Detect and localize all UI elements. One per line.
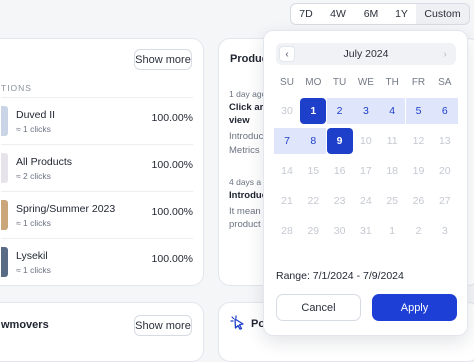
- card-title: wmovers: [1, 319, 49, 331]
- row-clicks: ≈ 2 clicks: [16, 171, 51, 181]
- calendar-day[interactable]: 10: [353, 128, 379, 154]
- month-header: ‹ July 2024 ›: [276, 43, 456, 65]
- apply-button[interactable]: Apply: [372, 294, 457, 321]
- calendar-day[interactable]: 23: [327, 188, 353, 214]
- product-thumbnail: [1, 200, 8, 230]
- calendar-day[interactable]: 19: [406, 158, 432, 184]
- cancel-button[interactable]: Cancel: [276, 294, 361, 321]
- calendar-day[interactable]: 14: [274, 158, 300, 184]
- calendar-day[interactable]: 30: [327, 218, 353, 244]
- calendar-day[interactable]: 20: [432, 158, 458, 184]
- row-clicks: ≈ 1 clicks: [16, 265, 51, 275]
- list-item[interactable]: Spring/Summer 2023 ≈ 1 clicks 100.00%: [1, 191, 193, 238]
- calendar-day[interactable]: 27: [432, 188, 458, 214]
- weekday-label: FR: [411, 77, 426, 88]
- product-thumbnail: [1, 106, 8, 136]
- range-4w[interactable]: 4W: [321, 3, 356, 25]
- range-custom[interactable]: Custom: [416, 3, 470, 25]
- row-title: Spring/Summer 2023: [16, 203, 116, 215]
- calendar-day[interactable]: 5: [405, 98, 432, 124]
- row-title: Duved II: [16, 109, 56, 121]
- chevron-right-icon[interactable]: ›: [437, 46, 453, 62]
- list-item[interactable]: Duved II ≈ 1 clicks 100.00%: [1, 97, 193, 144]
- movers-card: wmovers Show more: [0, 302, 204, 362]
- update-description: It mean: [229, 206, 261, 217]
- calendar-day[interactable]: 26: [406, 188, 432, 214]
- show-more-button[interactable]: Show more: [134, 49, 192, 70]
- calendar-day[interactable]: 3: [432, 218, 458, 244]
- weekday-label: TH: [385, 77, 399, 88]
- weekday-label: MO: [305, 77, 322, 88]
- top-pages-card: Show more TIONS Duved II ≈ 1 clicks 100.…: [0, 38, 204, 286]
- calendar-day[interactable]: 18: [379, 158, 405, 184]
- calendar-day[interactable]: 31: [353, 218, 379, 244]
- row-title: All Products: [16, 156, 73, 168]
- weekday-label: TU: [332, 77, 347, 88]
- calendar-day[interactable]: 2: [406, 218, 432, 244]
- update-time: 1 day ago: [229, 89, 267, 99]
- calendar-day[interactable]: 25: [379, 188, 405, 214]
- calendar-day[interactable]: 3: [352, 98, 379, 124]
- calendar-day[interactable]: 15: [300, 158, 326, 184]
- calendar-day[interactable]: 9: [326, 128, 353, 154]
- show-more-button[interactable]: Show more: [134, 315, 192, 336]
- update-time: 4 days a: [229, 177, 262, 187]
- calendar-day[interactable]: 21: [274, 188, 300, 214]
- calendar-day[interactable]: 30: [274, 98, 300, 124]
- calendar-day[interactable]: 22: [300, 188, 326, 214]
- calendar-day[interactable]: 29: [300, 218, 326, 244]
- range-1y[interactable]: 1Y: [387, 3, 417, 25]
- calendar-day[interactable]: 1: [379, 218, 405, 244]
- selected-range-text: Range: 7/1/2024 - 7/9/2024: [276, 270, 404, 282]
- section-label: TIONS: [1, 83, 32, 93]
- row-percentage: 100.00%: [151, 159, 193, 171]
- calendar-day[interactable]: 16: [327, 158, 353, 184]
- row-clicks: ≈ 1 clicks: [16, 124, 51, 134]
- list-item[interactable]: Lysekil ≈ 1 clicks 100.00%: [1, 238, 193, 285]
- calendar-day[interactable]: 4: [379, 98, 406, 124]
- weekday-label: SA: [438, 77, 452, 88]
- cursor-click-icon: [230, 315, 246, 331]
- update-title-cont[interactable]: view: [229, 115, 250, 126]
- row-percentage: 100.00%: [151, 112, 193, 124]
- calendar-day[interactable]: 12: [406, 128, 432, 154]
- list-item[interactable]: All Products ≈ 2 clicks 100.00%: [1, 144, 193, 191]
- calendar-day[interactable]: 24: [353, 188, 379, 214]
- calendar-day[interactable]: 28: [274, 218, 300, 244]
- calendar-day[interactable]: 7: [274, 128, 300, 154]
- product-thumbnail: [1, 247, 8, 277]
- update-description: Metrics: [229, 145, 260, 156]
- weekday-label: SU: [280, 77, 294, 88]
- update-description: Introduc: [229, 131, 264, 142]
- update-title[interactable]: Click ar: [229, 102, 263, 113]
- row-clicks: ≈ 1 clicks: [16, 218, 51, 228]
- row-percentage: 100.00%: [151, 253, 193, 265]
- update-title[interactable]: Introduc: [229, 190, 267, 201]
- calendar-day[interactable]: 2: [326, 98, 353, 124]
- calendar-day[interactable]: 8: [300, 128, 327, 154]
- calendar-day[interactable]: 6: [431, 98, 458, 124]
- update-description: product: [229, 219, 261, 230]
- month-label: July 2024: [343, 48, 389, 60]
- calendar-day[interactable]: 17: [353, 158, 379, 184]
- range-7d[interactable]: 7D: [290, 3, 322, 25]
- weekday-label: WE: [357, 77, 374, 88]
- calendar-day[interactable]: 13: [432, 128, 458, 154]
- range-6m[interactable]: 6M: [355, 3, 388, 25]
- product-thumbnail: [1, 153, 8, 183]
- calendar-day[interactable]: 11: [379, 128, 405, 154]
- row-title: Lysekil: [16, 250, 48, 262]
- row-percentage: 100.00%: [151, 206, 193, 218]
- calendar-day[interactable]: 1: [300, 98, 327, 124]
- date-picker-popup: ‹ July 2024 › Range: 7/1/2024 - 7/9/2024…: [263, 30, 468, 336]
